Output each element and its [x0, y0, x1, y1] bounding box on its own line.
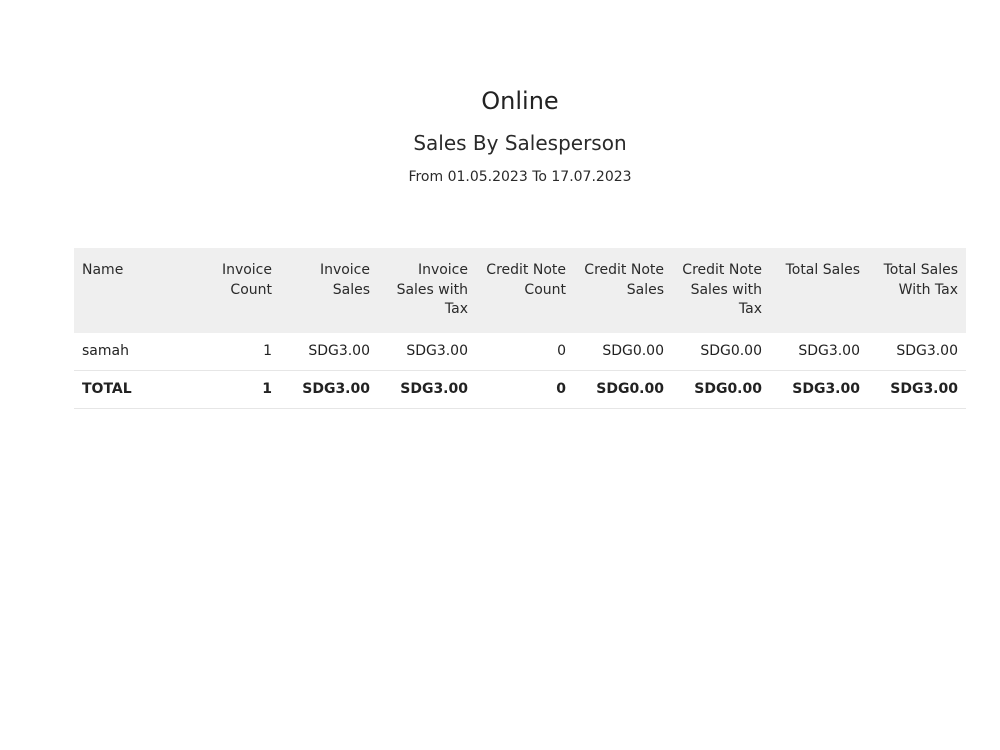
cell-invoice-sales: SDG3.00 — [280, 332, 378, 371]
cell-name: samah — [74, 332, 182, 371]
header-name: Name — [74, 248, 182, 333]
header-credit-note-sales: Credit Note Sales — [574, 248, 672, 333]
total-invoice-sales: SDG3.00 — [280, 370, 378, 409]
total-credit-note-count: 0 — [476, 370, 574, 409]
cell-invoice-sales-with-tax: SDG3.00 — [378, 332, 476, 371]
header-invoice-count: Invoice Count — [182, 248, 280, 333]
table-row: samah 1 SDG3.00 SDG3.00 0 SDG0.00 SDG0.0… — [74, 332, 966, 371]
report-date-range: From 01.05.2023 To 17.07.2023 — [408, 169, 632, 185]
cell-total-sales: SDG3.00 — [770, 332, 868, 371]
sales-by-salesperson-table: Name Invoice Count Invoice Sales Invoice… — [74, 248, 966, 409]
cell-invoice-count: 1 — [182, 332, 280, 371]
total-invoice-sales-with-tax: SDG3.00 — [378, 370, 476, 409]
cell-credit-note-sales-with-tax: SDG0.00 — [672, 332, 770, 371]
total-credit-note-sales: SDG0.00 — [574, 370, 672, 409]
table-body: samah 1 SDG3.00 SDG3.00 0 SDG0.00 SDG0.0… — [74, 332, 966, 409]
total-row: TOTAL 1 SDG3.00 SDG3.00 0 SDG0.00 SDG0.0… — [74, 370, 966, 409]
cell-total-sales-with-tax: SDG3.00 — [868, 332, 966, 371]
total-label: TOTAL — [74, 370, 182, 409]
header-credit-note-sales-with-tax: Credit Note Sales with Tax — [672, 248, 770, 333]
header-total-sales-with-tax: Total Sales With Tax — [868, 248, 966, 333]
header-credit-note-count: Credit Note Count — [476, 248, 574, 333]
header-row: Name Invoice Count Invoice Sales Invoice… — [74, 248, 966, 333]
report-subtitle: Sales By Salesperson — [413, 131, 627, 155]
header-total-sales: Total Sales — [770, 248, 868, 333]
cell-credit-note-sales: SDG0.00 — [574, 332, 672, 371]
total-invoice-count: 1 — [182, 370, 280, 409]
total-total-sales-with-tax: SDG3.00 — [868, 370, 966, 409]
header-invoice-sales: Invoice Sales — [280, 248, 378, 333]
cell-credit-note-count: 0 — [476, 332, 574, 371]
header-invoice-sales-with-tax: Invoice Sales with Tax — [378, 248, 476, 333]
total-total-sales: SDG3.00 — [770, 370, 868, 409]
report-title: Online — [481, 87, 559, 115]
table-header: Name Invoice Count Invoice Sales Invoice… — [74, 248, 966, 333]
total-credit-note-sales-with-tax: SDG0.00 — [672, 370, 770, 409]
